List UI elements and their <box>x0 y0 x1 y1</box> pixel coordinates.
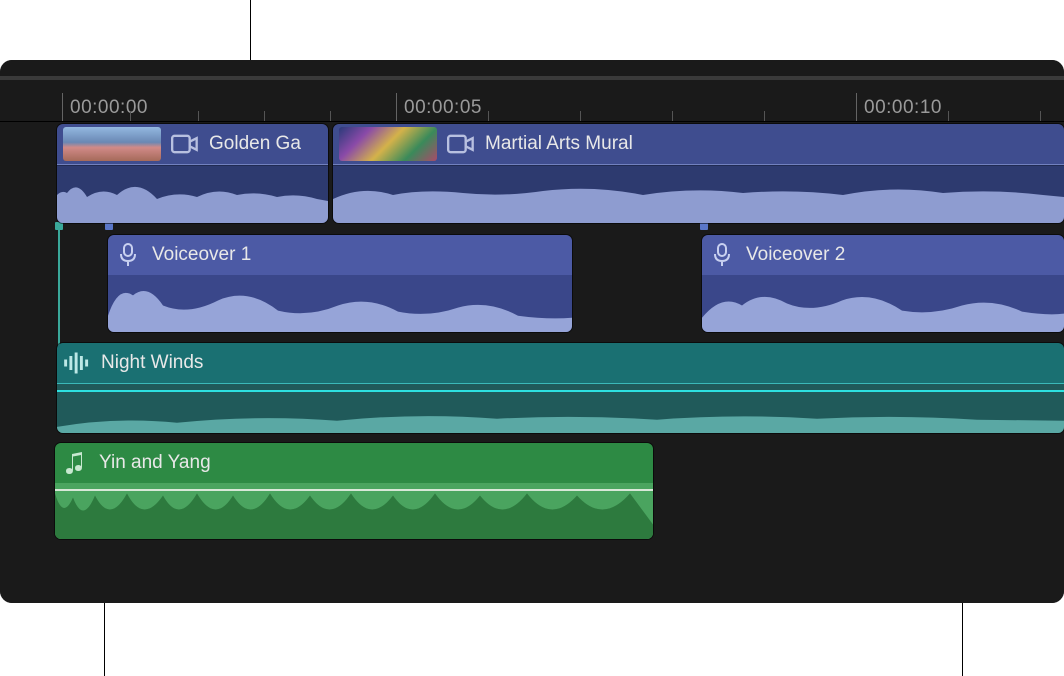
camera-icon <box>447 132 475 156</box>
timeline-tracks[interactable]: Golden Ga Martial Arts Mural <box>0 122 1064 603</box>
music-clip-yin-yang[interactable]: Yin and Yang <box>55 443 653 539</box>
camera-icon <box>171 132 199 156</box>
clip-thumbnail <box>339 127 437 161</box>
clip-title: Voiceover 1 <box>152 244 251 266</box>
ruler-label: 00:00:10 <box>864 97 942 119</box>
voiceover-clip-1[interactable]: Voiceover 1 <box>108 235 572 332</box>
clip-connector-dot[interactable] <box>700 222 708 230</box>
clip-thumbnail <box>63 127 161 161</box>
clip-title: Martial Arts Mural <box>485 133 633 155</box>
volume-level-line[interactable] <box>57 390 1064 392</box>
audio-bars-icon <box>63 351 91 375</box>
timeline-ruler[interactable]: 00:00:00 00:00:05 00:00:10 <box>0 60 1064 122</box>
clip-title: Voiceover 2 <box>746 244 845 266</box>
ruler-scrub-bar[interactable] <box>0 76 1064 80</box>
volume-level-line[interactable] <box>55 489 653 491</box>
ruler-label: 00:00:00 <box>70 97 148 119</box>
clip-title: Yin and Yang <box>99 452 211 474</box>
microphone-icon <box>708 243 736 267</box>
microphone-icon <box>114 243 142 267</box>
annotation-line-bottom-left <box>104 596 105 676</box>
clip-title: Golden Ga <box>209 133 301 155</box>
voiceover-clip-2[interactable]: Voiceover 2 <box>702 235 1064 332</box>
sfx-clip-night-winds[interactable]: Night Winds <box>57 343 1064 433</box>
clip-title: Night Winds <box>101 352 203 374</box>
music-note-icon <box>61 451 89 475</box>
clip-connector-dot[interactable] <box>105 222 113 230</box>
clip-connector-dot[interactable] <box>55 222 63 230</box>
timeline-panel[interactable]: 00:00:00 00:00:05 00:00:10 Golden G <box>0 60 1064 603</box>
ruler-label: 00:00:05 <box>404 97 482 119</box>
video-clip-golden-gate[interactable]: Golden Ga <box>57 124 328 223</box>
video-clip-martial-arts[interactable]: Martial Arts Mural <box>333 124 1064 223</box>
